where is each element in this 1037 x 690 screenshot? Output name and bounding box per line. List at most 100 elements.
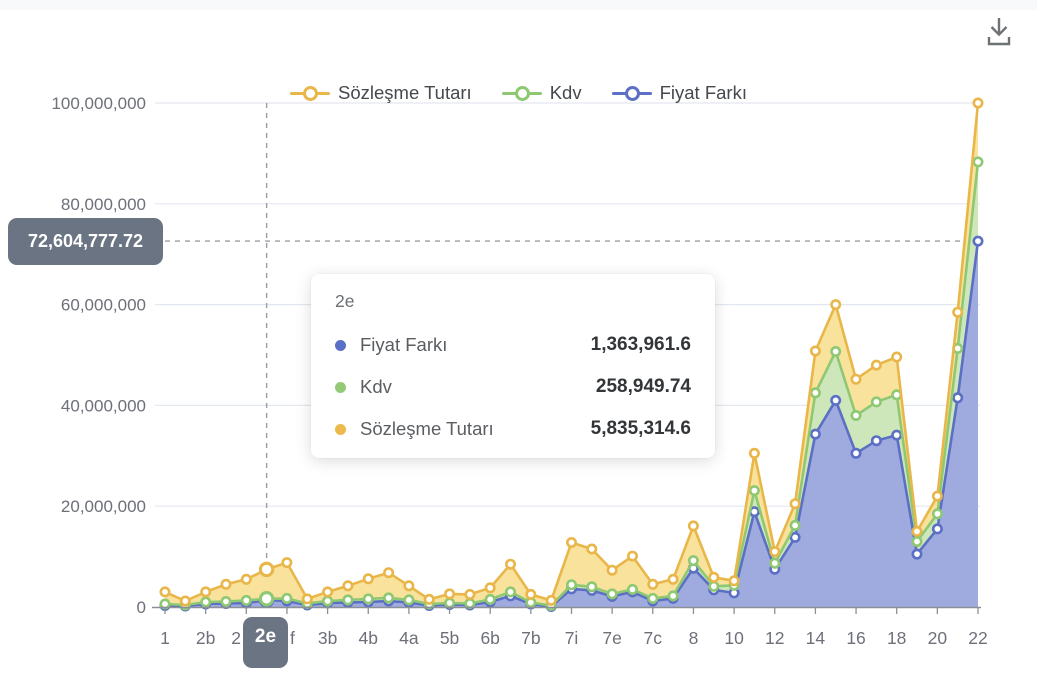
svg-text:7i: 7i: [565, 628, 579, 648]
data-point[interactable]: [872, 437, 880, 445]
data-point[interactable]: [567, 581, 575, 589]
svg-text:100,000,000: 100,000,000: [51, 94, 146, 113]
data-point[interactable]: [202, 598, 210, 606]
data-point[interactable]: [832, 347, 840, 355]
x-axis: [152, 608, 981, 615]
data-point[interactable]: [811, 347, 819, 355]
data-point[interactable]: [852, 375, 860, 383]
data-point[interactable]: [466, 590, 474, 598]
data-point[interactable]: [303, 595, 311, 603]
data-point[interactable]: [384, 594, 392, 602]
data-point[interactable]: [872, 361, 880, 369]
data-point[interactable]: [893, 353, 901, 361]
data-point[interactable]: [974, 99, 982, 107]
data-point[interactable]: [242, 575, 250, 583]
data-point[interactable]: [628, 585, 636, 593]
data-point[interactable]: [893, 431, 901, 439]
data-point[interactable]: [445, 599, 453, 607]
data-point[interactable]: [547, 596, 555, 604]
data-point[interactable]: [608, 566, 616, 574]
data-point[interactable]: [344, 582, 352, 590]
data-point[interactable]: [323, 588, 331, 596]
data-point[interactable]: [872, 398, 880, 406]
svg-text:18: 18: [887, 628, 906, 648]
data-point[interactable]: [954, 308, 962, 316]
data-point[interactable]: [445, 590, 453, 598]
data-point[interactable]: [913, 550, 921, 558]
svg-text:6b: 6b: [480, 628, 499, 648]
data-point[interactable]: [913, 537, 921, 545]
data-point[interactable]: [710, 573, 718, 581]
data-point[interactable]: [466, 599, 474, 607]
data-point[interactable]: [649, 580, 657, 588]
data-point[interactable]: [913, 527, 921, 535]
data-point[interactable]: [954, 394, 962, 402]
data-point[interactable]: [750, 486, 758, 494]
data-point[interactable]: [486, 595, 494, 603]
legend-label: Sözleşme Tutarı: [338, 82, 472, 104]
data-point[interactable]: [811, 389, 819, 397]
line-marker-icon: [502, 85, 542, 101]
data-point[interactable]: [832, 396, 840, 404]
data-point[interactable]: [588, 545, 596, 553]
svg-text:20: 20: [928, 628, 948, 648]
data-point[interactable]: [852, 411, 860, 419]
data-point[interactable]: [791, 500, 799, 508]
data-point[interactable]: [486, 584, 494, 592]
data-point[interactable]: [260, 563, 272, 575]
legend-item-kdv[interactable]: Kdv: [502, 82, 582, 104]
data-point[interactable]: [506, 560, 514, 568]
data-point[interactable]: [323, 597, 331, 605]
legend-item-sozlesme-tutari[interactable]: Sözleşme Tutarı: [290, 82, 472, 104]
data-point[interactable]: [689, 556, 697, 564]
svg-text:2: 2: [231, 628, 241, 648]
data-point[interactable]: [730, 577, 738, 585]
svg-text:4b: 4b: [359, 628, 378, 648]
data-point[interactable]: [242, 596, 250, 604]
data-point[interactable]: [933, 510, 941, 518]
data-point[interactable]: [689, 522, 697, 530]
data-point[interactable]: [974, 158, 982, 166]
data-point[interactable]: [283, 594, 291, 602]
data-point[interactable]: [161, 588, 169, 596]
svg-text:7c: 7c: [644, 628, 663, 648]
data-point[interactable]: [344, 596, 352, 604]
data-point[interactable]: [588, 583, 596, 591]
legend-item-fiyat-farki[interactable]: Fiyat Farkı: [612, 82, 747, 104]
data-point[interactable]: [222, 580, 230, 588]
svg-text:7b: 7b: [521, 628, 540, 648]
data-point[interactable]: [567, 538, 575, 546]
data-point[interactable]: [283, 558, 291, 566]
data-point[interactable]: [425, 595, 433, 603]
svg-text:2b: 2b: [196, 628, 215, 648]
data-point[interactable]: [750, 449, 758, 457]
data-point[interactable]: [771, 559, 779, 567]
data-point[interactable]: [933, 492, 941, 500]
data-point[interactable]: [649, 594, 657, 602]
data-point[interactable]: [181, 597, 189, 605]
data-point[interactable]: [384, 569, 392, 577]
data-point[interactable]: [669, 592, 677, 600]
data-point[interactable]: [364, 595, 372, 603]
data-point[interactable]: [364, 575, 372, 583]
data-point[interactable]: [771, 547, 779, 555]
data-point[interactable]: [811, 430, 819, 438]
data-point[interactable]: [832, 300, 840, 308]
data-point[interactable]: [669, 575, 677, 583]
data-point[interactable]: [202, 588, 210, 596]
data-point[interactable]: [260, 593, 272, 605]
data-point[interactable]: [608, 590, 616, 598]
data-point[interactable]: [791, 521, 799, 529]
data-point[interactable]: [710, 582, 718, 590]
data-point[interactable]: [852, 449, 860, 457]
data-point[interactable]: [405, 582, 413, 590]
svg-text:4a: 4a: [399, 628, 419, 648]
data-point[interactable]: [974, 237, 982, 245]
data-point[interactable]: [791, 533, 799, 541]
data-point[interactable]: [405, 596, 413, 604]
data-point[interactable]: [222, 597, 230, 605]
data-point[interactable]: [628, 552, 636, 560]
data-point[interactable]: [506, 588, 514, 596]
data-point[interactable]: [933, 525, 941, 533]
data-point[interactable]: [527, 590, 535, 598]
